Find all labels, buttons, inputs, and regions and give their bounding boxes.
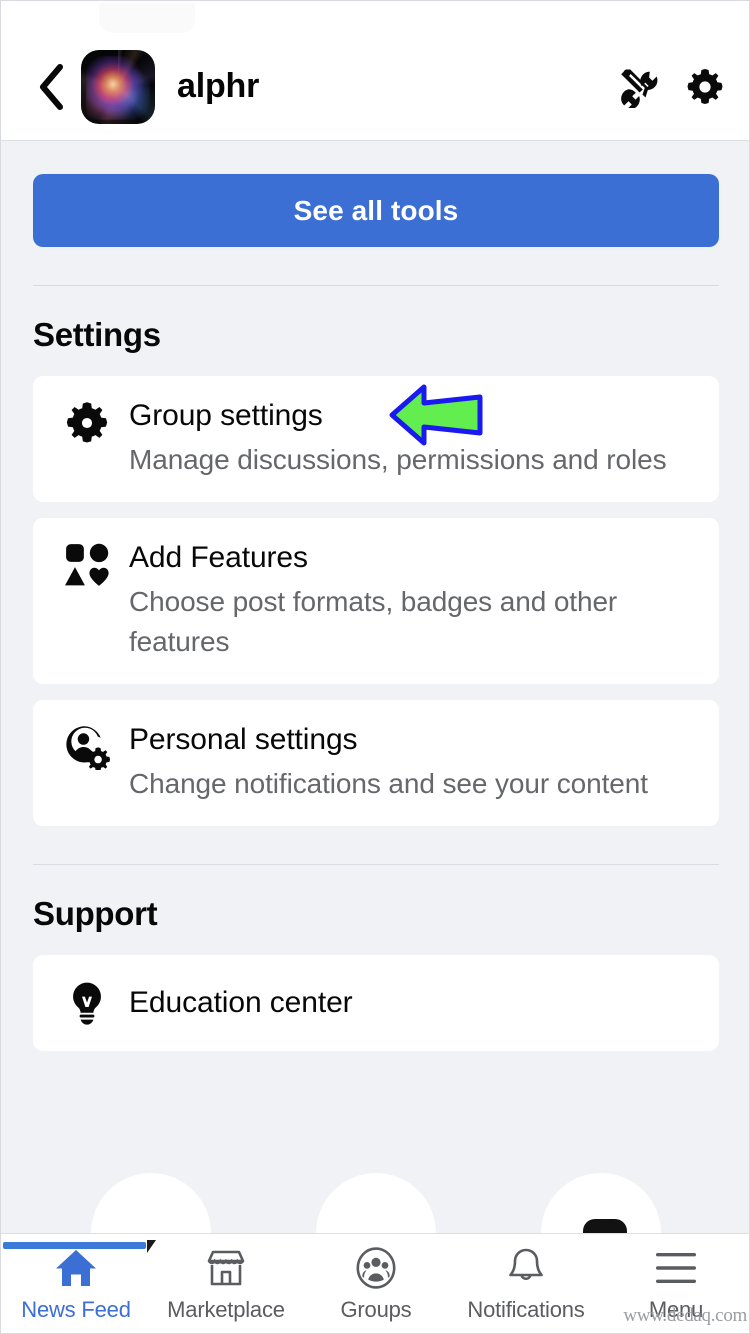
lightbulb-icon xyxy=(55,981,119,1025)
nav-item-notifications[interactable]: Notifications xyxy=(451,1234,601,1334)
section-title-support: Support xyxy=(33,895,158,932)
status-bar-notch xyxy=(99,3,195,33)
settings-item-group-settings[interactable]: Group settings Manage discussions, permi… xyxy=(33,376,719,502)
header-actions xyxy=(617,65,727,109)
hamburger-menu-icon xyxy=(654,1245,698,1291)
gear-icon xyxy=(55,396,119,480)
tools-wrench-screwdriver-icon[interactable] xyxy=(617,65,661,109)
gear-icon[interactable] xyxy=(683,65,727,109)
watermark: www.dedaq.com xyxy=(623,1305,747,1326)
phone-screen: alphr See all tools Settings Group setti… xyxy=(0,0,750,1334)
settings-item-add-features[interactable]: Add Features Choose post formats, badges… xyxy=(33,518,719,684)
settings-item-education-center[interactable]: Education center xyxy=(33,955,719,1051)
settings-item-subtitle: Manage discussions, permissions and role… xyxy=(129,444,667,475)
bottom-navigation-bar: News Feed Marketplace Groups Notificatio… xyxy=(1,1233,749,1334)
settings-item-text: Add Features Choose post formats, badges… xyxy=(119,538,697,662)
see-all-tools-button[interactable]: See all tools xyxy=(33,174,719,247)
settings-scroll-area[interactable]: See all tools Settings Group settings Ma… xyxy=(1,141,749,1235)
back-button[interactable] xyxy=(29,59,73,115)
settings-item-subtitle: Choose post formats, badges and other fe… xyxy=(129,586,618,657)
storefront-icon xyxy=(205,1245,247,1291)
nav-label: Notifications xyxy=(467,1296,585,1322)
nav-label: News Feed xyxy=(21,1296,131,1322)
section-divider-top xyxy=(33,285,719,286)
settings-item-text: Group settings Manage discussions, permi… xyxy=(119,396,697,480)
home-icon xyxy=(54,1245,98,1291)
settings-item-personal-settings[interactable]: Personal settings Change notifications a… xyxy=(33,700,719,826)
section-title-settings: Settings xyxy=(33,316,161,353)
avatar[interactable] xyxy=(81,49,155,124)
settings-item-subtitle: Change notifications and see your conten… xyxy=(129,768,648,799)
groups-people-icon xyxy=(355,1245,397,1291)
settings-item-title: Add Features xyxy=(129,541,308,574)
nav-label: Groups xyxy=(340,1296,412,1322)
status-bar xyxy=(1,1,749,33)
shapes-grid-icon xyxy=(55,538,119,662)
nav-item-groups[interactable]: Groups xyxy=(301,1234,451,1334)
background-circle-placeholder xyxy=(91,1173,211,1235)
chevron-left-icon xyxy=(36,63,66,111)
settings-item-text: Education center xyxy=(119,983,697,1023)
page-title: alphr xyxy=(177,67,260,105)
group-header: alphr xyxy=(1,33,749,141)
settings-item-title: Personal settings xyxy=(129,723,358,756)
background-circle-placeholder xyxy=(316,1173,436,1235)
settings-item-text: Personal settings Change notifications a… xyxy=(119,720,697,804)
avatar-burst-core xyxy=(86,55,150,120)
settings-item-title: Education center xyxy=(129,986,353,1019)
settings-item-title: Group settings xyxy=(129,399,323,432)
nav-item-marketplace[interactable]: Marketplace xyxy=(151,1234,301,1334)
person-gear-icon xyxy=(55,720,119,804)
page-progress-indicator xyxy=(3,1242,146,1249)
nav-label: Marketplace xyxy=(167,1296,285,1322)
bell-icon xyxy=(507,1245,545,1291)
section-divider-support xyxy=(33,864,719,865)
cursor-pointer-icon xyxy=(147,1240,156,1253)
